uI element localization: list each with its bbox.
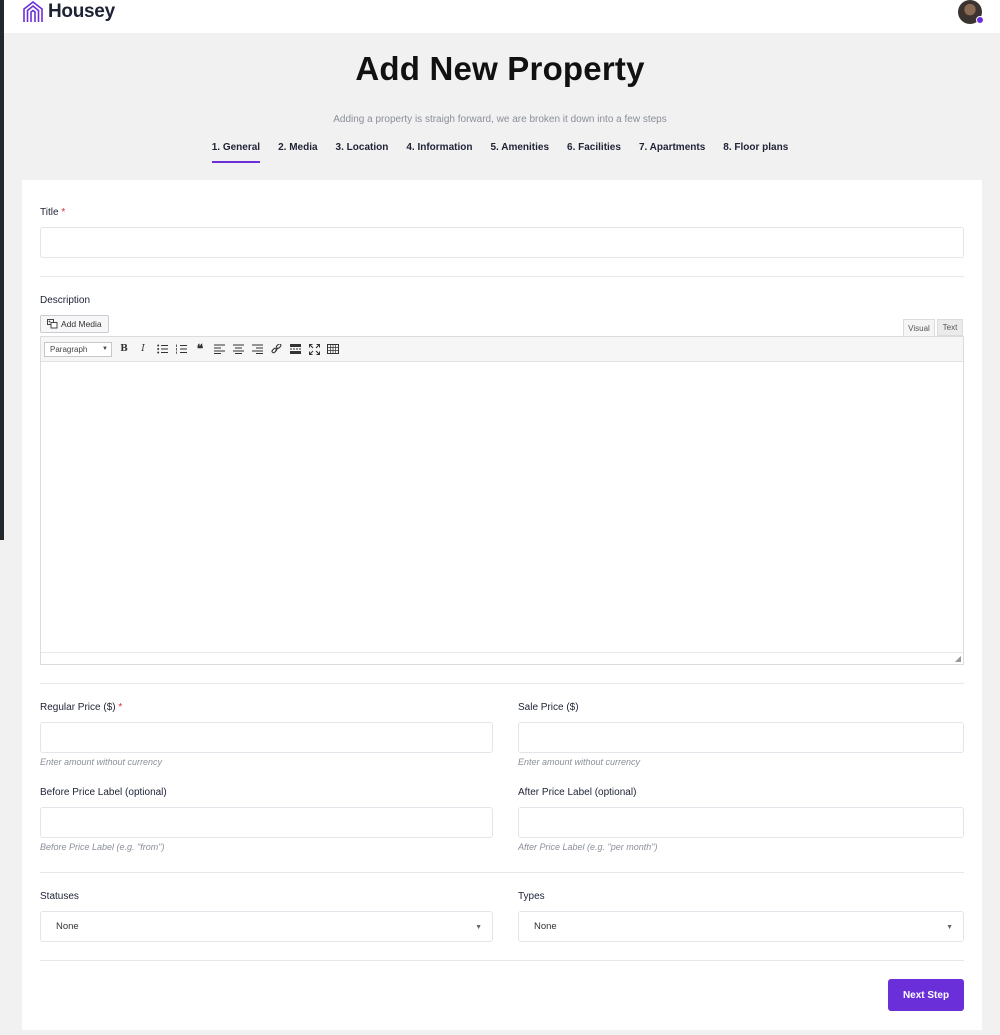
tab-floor-plans[interactable]: 8. Floor plans — [723, 140, 788, 163]
divider — [40, 872, 964, 873]
before-price-hint: Before Price Label (e.g. "from") — [40, 842, 165, 852]
before-price-input[interactable] — [40, 807, 493, 838]
after-price-label: After Price Label (optional) — [518, 787, 637, 798]
types-select-value: None — [534, 921, 557, 932]
blockquote-icon[interactable]: ❝ — [193, 342, 207, 356]
tab-visual[interactable]: Visual — [903, 319, 935, 336]
required-mark: * — [118, 702, 123, 713]
tab-amenities[interactable]: 5. Amenities — [490, 140, 549, 163]
next-step-button[interactable]: Next Step — [888, 979, 964, 1011]
online-status-dot — [976, 16, 984, 24]
required-mark: * — [61, 207, 66, 218]
italic-icon[interactable]: I — [136, 342, 150, 356]
regular-price-hint: Enter amount without currency — [40, 757, 163, 767]
align-center-icon[interactable] — [231, 342, 245, 356]
tab-facilities[interactable]: 6. Facilities — [567, 140, 621, 163]
after-price-hint: After Price Label (e.g. "per month") — [518, 842, 658, 852]
statuses-label: Statuses — [40, 891, 79, 902]
divider — [40, 960, 964, 961]
before-price-label: Before Price Label (optional) — [40, 787, 167, 798]
chevron-down-icon: ▼ — [102, 346, 108, 352]
tab-apartments[interactable]: 7. Apartments — [639, 140, 705, 163]
description-editor: Paragraph ▼ B I ❝ ◢ — [40, 336, 964, 665]
page-subtitle: Adding a property is straigh forward, we… — [333, 114, 667, 125]
tab-general[interactable]: 1. General — [211, 140, 261, 163]
fullscreen-icon[interactable] — [307, 342, 321, 356]
add-media-label: Add Media — [61, 319, 102, 329]
divider — [40, 683, 964, 684]
title-label-text: Title — [40, 207, 59, 218]
types-select[interactable]: None ▼ — [518, 911, 964, 942]
regular-price-label: Regular Price ($) * — [40, 702, 122, 713]
chevron-down-icon: ▼ — [946, 924, 953, 931]
add-media-button[interactable]: Add Media — [40, 315, 109, 333]
divider — [40, 276, 964, 277]
regular-price-input[interactable] — [40, 722, 493, 753]
bold-icon[interactable]: B — [117, 342, 131, 356]
sale-price-input[interactable] — [518, 722, 964, 753]
top-bar: Housey — [4, 0, 1000, 33]
chevron-down-icon: ▼ — [475, 924, 482, 931]
property-form-card: Title * Description Add Media Visual Tex… — [22, 180, 982, 1030]
media-icon — [47, 319, 58, 329]
resize-handle-icon[interactable]: ◢ — [955, 654, 961, 663]
link-icon[interactable] — [269, 342, 283, 356]
page-title: Add New Property — [355, 50, 645, 87]
statuses-select[interactable]: None ▼ — [40, 911, 493, 942]
numbered-list-icon[interactable] — [174, 342, 188, 356]
sale-price-hint: Enter amount without currency — [518, 757, 641, 767]
bullet-list-icon[interactable] — [155, 342, 169, 356]
logo-text: Housey — [48, 1, 115, 22]
tab-text[interactable]: Text — [937, 319, 963, 336]
description-label: Description — [40, 295, 91, 306]
editor-content-area[interactable] — [41, 362, 963, 652]
title-label: Title * — [40, 207, 65, 218]
editor-statusbar: ◢ — [41, 652, 963, 664]
toolbar-toggle-icon[interactable] — [326, 342, 340, 356]
house-lines-icon — [23, 1, 43, 22]
types-label: Types — [518, 891, 545, 902]
after-price-input[interactable] — [518, 807, 964, 838]
editor-toolbar: Paragraph ▼ B I ❝ — [41, 337, 963, 362]
align-left-icon[interactable] — [212, 342, 226, 356]
read-more-icon[interactable] — [288, 342, 302, 356]
tab-information[interactable]: 4. Information — [406, 140, 472, 163]
step-tabs: 1. General 2. Media 3. Location 4. Infor… — [0, 140, 1000, 163]
logo[interactable]: Housey — [22, 0, 115, 24]
tab-media[interactable]: 2. Media — [278, 140, 317, 163]
title-input[interactable] — [40, 227, 964, 258]
align-right-icon[interactable] — [250, 342, 264, 356]
tab-location[interactable]: 3. Location — [336, 140, 389, 163]
statuses-select-value: None — [56, 921, 79, 932]
format-select[interactable]: Paragraph ▼ — [44, 341, 112, 357]
format-select-value: Paragraph — [50, 344, 88, 354]
regular-price-label-text: Regular Price ($) — [40, 702, 116, 713]
sale-price-label: Sale Price ($) — [518, 702, 579, 713]
